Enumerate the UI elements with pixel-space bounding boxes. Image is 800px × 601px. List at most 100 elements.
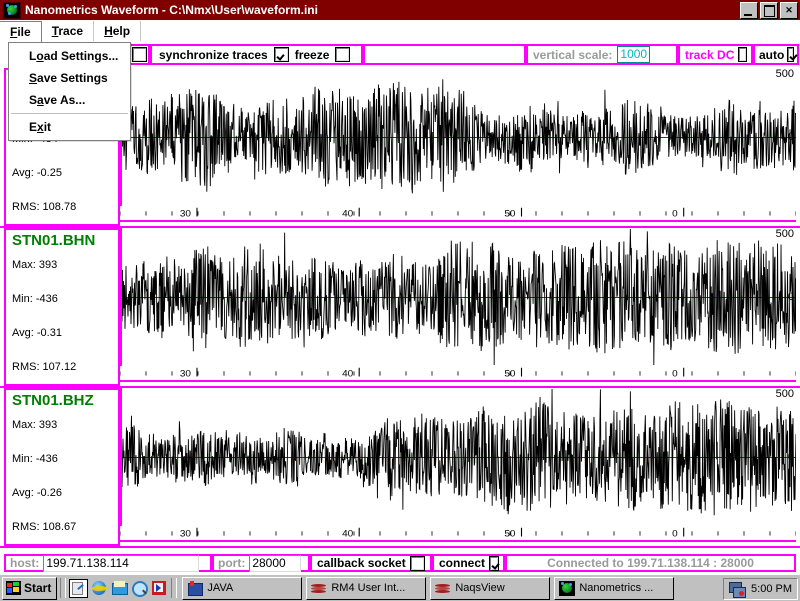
menu-trace[interactable]: Trace xyxy=(42,21,95,41)
nanometrics-globe-icon xyxy=(3,1,21,19)
connect-group: connect xyxy=(432,554,505,572)
taskbar-button-label: JAVA xyxy=(207,582,234,594)
svg-text:0: 0 xyxy=(672,368,678,378)
naqsview-icon xyxy=(435,581,451,596)
trace-waveform xyxy=(122,388,796,516)
minimize-button[interactable] xyxy=(740,2,758,19)
trace-scale-top: 500 xyxy=(775,388,794,400)
menu-separator xyxy=(11,113,128,114)
menu-bar: File Trace Help xyxy=(0,20,800,43)
start-button[interactable]: Start xyxy=(2,576,58,600)
menu-item-load-settings[interactable]: Load Settings... xyxy=(9,45,130,67)
maximize-button[interactable] xyxy=(760,2,778,19)
windows-flag-icon xyxy=(6,581,21,595)
taskbar-clock[interactable]: 5:00 PM xyxy=(751,583,792,595)
rm4-icon xyxy=(311,581,327,596)
title-bar: Nanometrics Waveform - C:\Nmx\User\wavef… xyxy=(0,0,800,20)
taskbar-button-java[interactable]: JAVA xyxy=(182,576,303,600)
connect-label: connect xyxy=(439,556,486,570)
trace-channel-name: STN01.BHZ xyxy=(12,392,94,409)
callback-socket-checkbox[interactable] xyxy=(409,555,425,571)
trace-avg: Avg: -0.25 xyxy=(12,167,62,179)
svg-text:30: 30 xyxy=(180,368,191,378)
connect-checkbox[interactable] xyxy=(489,555,499,571)
vertical-scale-input[interactable]: 1000 xyxy=(617,46,651,63)
host-input[interactable]: 199.71.138.114 xyxy=(43,554,200,572)
svg-text:40: 40 xyxy=(342,528,353,538)
sync-freeze-group: synchronize traces freeze xyxy=(150,44,363,65)
internet-explorer-icon[interactable] xyxy=(91,580,109,597)
svg-text:50: 50 xyxy=(504,208,515,218)
menu-item-save-settings[interactable]: Save Settings xyxy=(9,67,130,89)
svg-text:0: 0 xyxy=(672,208,678,218)
outlook-express-icon[interactable] xyxy=(111,580,129,597)
callback-socket-group: callback socket xyxy=(310,554,432,572)
show-desktop-icon[interactable] xyxy=(69,578,89,598)
trace-info-panel: STN01.BHN Max: 393 Min: -436 Avg: -0.31 … xyxy=(4,228,120,386)
network-icon[interactable] xyxy=(729,581,747,598)
svg-text:40: 40 xyxy=(342,208,353,218)
svg-text:30: 30 xyxy=(180,208,191,218)
trace-max: Max: 393 xyxy=(12,259,58,271)
auto-checkbox[interactable] xyxy=(787,47,794,62)
trace-panel: STN01.BHN Max: 393 Min: -436 Avg: -0.31 … xyxy=(0,228,800,388)
trace-plot[interactable] xyxy=(120,388,796,526)
vertical-scale-group: vertical scale: 1000 xyxy=(526,44,678,65)
auto-group: auto xyxy=(753,44,799,65)
trace-scale-top: 500 xyxy=(775,68,794,80)
taskbar-button-naqsview[interactable]: NaqsView xyxy=(430,576,551,600)
taskbar-separator xyxy=(171,578,178,598)
status-bar: host: 199.71.138.114 port: 28000 callbac… xyxy=(0,552,800,574)
toolbar-left-checkbox[interactable] xyxy=(131,47,147,62)
taskbar-button-nanometrics[interactable]: Nanometrics ... xyxy=(554,576,675,600)
trace-time-axis: 30 40 50 0 xyxy=(120,367,796,382)
trace-min: Min: -436 xyxy=(12,453,58,465)
window-controls: ✕ xyxy=(740,2,798,19)
track-dc-label: track DC xyxy=(685,47,735,62)
port-group: port: 28000 xyxy=(212,554,310,572)
menu-file[interactable]: File xyxy=(0,20,42,42)
port-input[interactable]: 28000 xyxy=(249,554,302,572)
track-dc-group: track DC xyxy=(678,44,753,65)
svg-text:50: 50 xyxy=(504,528,515,538)
freeze-label: freeze xyxy=(294,47,330,62)
media-player-icon[interactable] xyxy=(151,580,168,597)
taskbar-button-label: Nanometrics ... xyxy=(579,582,654,594)
trace-plot[interactable] xyxy=(120,228,796,366)
close-button[interactable]: ✕ xyxy=(780,2,798,19)
port-label: port: xyxy=(218,556,246,570)
toolbar-spacer-group xyxy=(363,44,526,65)
menu-item-save-as[interactable]: Save As... xyxy=(9,89,130,111)
track-dc-checkbox[interactable] xyxy=(738,47,747,62)
trace-scale-zero: 0 xyxy=(787,131,794,143)
trace-min: Min: -436 xyxy=(12,293,58,305)
menu-item-exit[interactable]: Exit xyxy=(9,116,130,138)
trace-waveform xyxy=(122,228,796,366)
system-tray: 5:00 PM xyxy=(723,578,798,600)
freeze-checkbox[interactable] xyxy=(335,47,351,62)
trace-panel: STN01.BHZ Max: 393 Min: -436 Avg: -0.26 … xyxy=(0,388,800,548)
svg-text:30: 30 xyxy=(180,528,191,538)
trace-scale-zero: 0 xyxy=(787,291,794,303)
trace-plot[interactable] xyxy=(120,68,796,206)
synchronize-traces-label: synchronize traces xyxy=(159,47,268,62)
file-menu-dropdown: Load Settings... Save Settings Save As..… xyxy=(8,42,131,141)
trace-channel-name: STN01.BHN xyxy=(12,232,96,249)
menu-help[interactable]: Help xyxy=(94,21,142,41)
taskbar-button-label: RM4 User Int... xyxy=(331,582,406,594)
panel-divider xyxy=(0,546,800,548)
start-button-label: Start xyxy=(24,581,52,595)
synchronize-traces-checkbox[interactable] xyxy=(273,47,289,62)
taskbar-button-rm4[interactable]: RM4 User Int... xyxy=(306,576,427,600)
auto-label: auto xyxy=(759,47,785,62)
taskbar-separator xyxy=(60,578,67,598)
search-icon[interactable] xyxy=(131,580,149,597)
svg-text:40: 40 xyxy=(342,368,353,378)
trace-info-panel: STN01.BHZ Max: 393 Min: -436 Avg: -0.26 … xyxy=(4,388,120,546)
trace-scale-zero: 0 xyxy=(787,451,794,463)
callback-socket-label: callback socket xyxy=(317,556,406,570)
taskbar-button-label: NaqsView xyxy=(455,582,505,594)
taskbar: Start JAVA RM4 User Int... NaqsView Nano… xyxy=(0,574,800,601)
window-title: Nanometrics Waveform - C:\Nmx\User\wavef… xyxy=(25,3,318,17)
trace-rms: RMS: 108.78 xyxy=(12,201,77,213)
